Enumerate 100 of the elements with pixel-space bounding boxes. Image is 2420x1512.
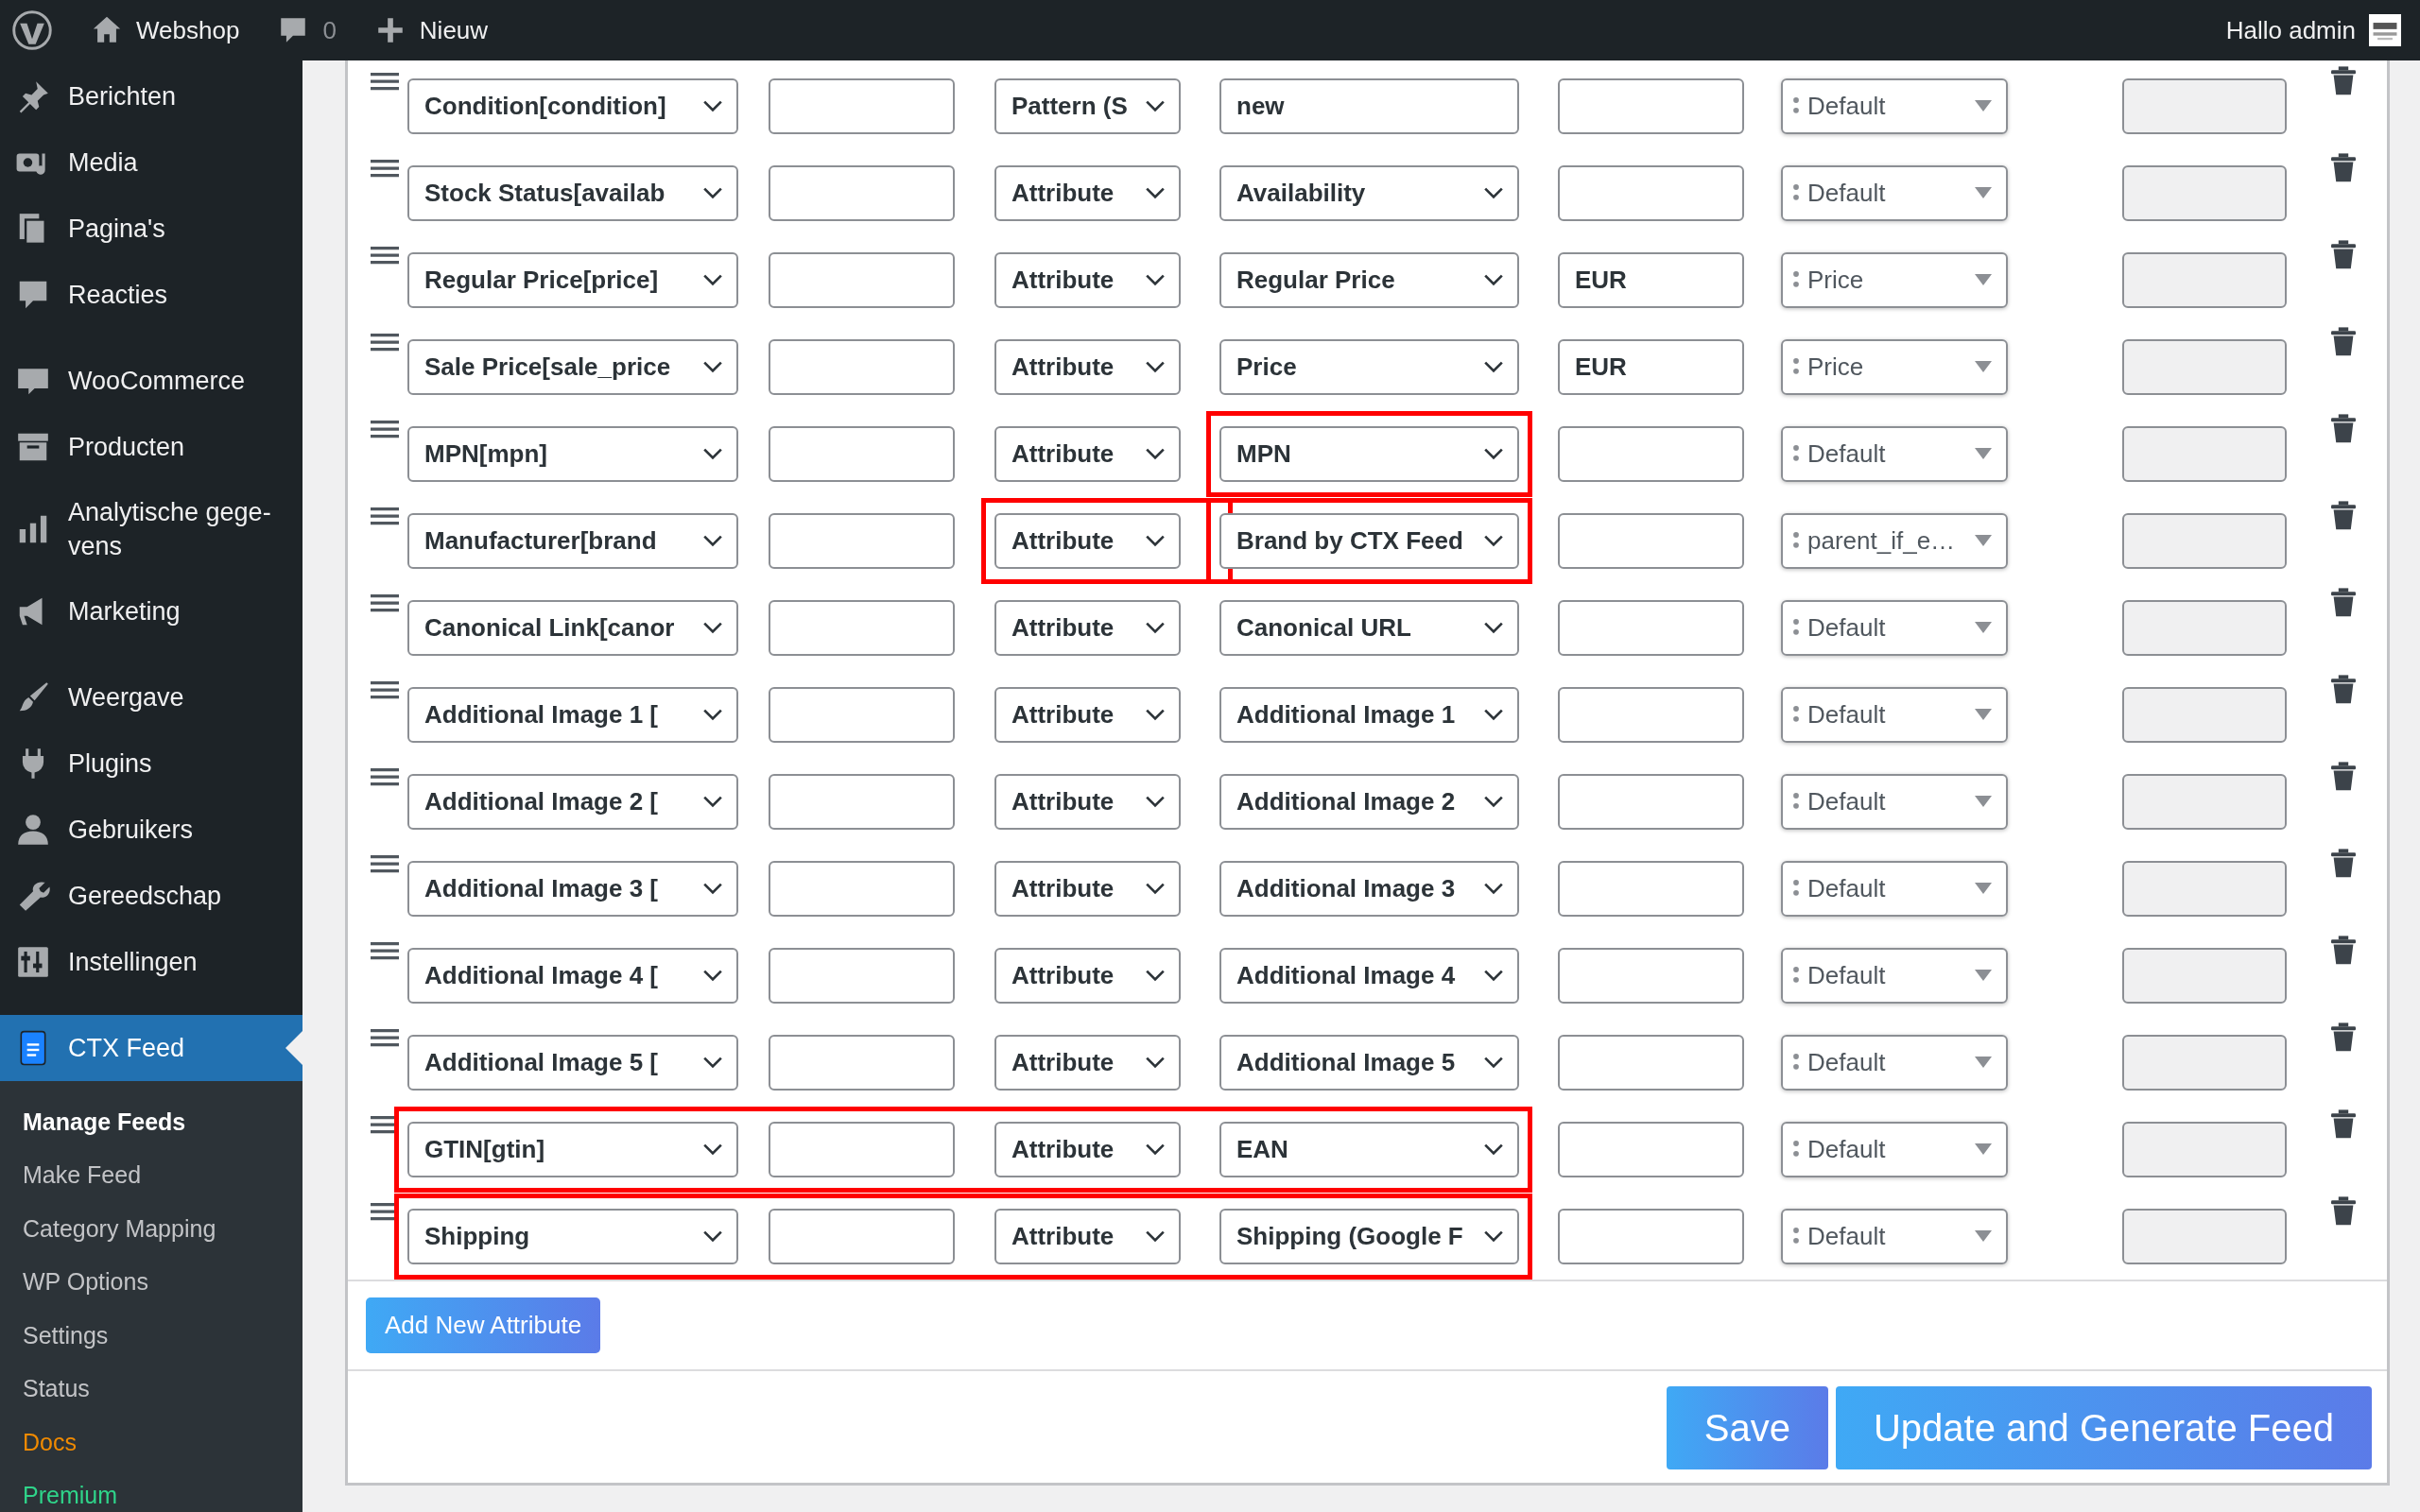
- value-select[interactable]: Additional Image 2: [1219, 773, 1519, 830]
- type-select[interactable]: Attribute: [994, 860, 1181, 917]
- site-link[interactable]: Webshop: [91, 14, 240, 46]
- type-select[interactable]: Attribute: [994, 599, 1181, 656]
- prefix-field[interactable]: [1558, 686, 1744, 743]
- submenu-item[interactable]: WP Options: [0, 1255, 302, 1309]
- output-select[interactable]: Default: [1781, 1208, 2008, 1264]
- trash-icon[interactable]: [2331, 501, 2356, 531]
- field-select[interactable]: Sale Price[sale_price: [407, 338, 738, 395]
- menu-item[interactable]: CTX Feed: [0, 1015, 302, 1081]
- prefix-field[interactable]: [1558, 425, 1744, 482]
- menu-item[interactable]: WooCommerce: [0, 348, 302, 414]
- type-select[interactable]: Attribute: [994, 251, 1181, 308]
- input-field[interactable]: [769, 1121, 955, 1177]
- input-field[interactable]: [769, 164, 955, 221]
- trash-icon[interactable]: [2331, 240, 2356, 270]
- prefix-field[interactable]: [1558, 1121, 1744, 1177]
- value-select[interactable]: Shipping (Google F: [1219, 1208, 1519, 1264]
- field-select[interactable]: Additional Image 5 [: [407, 1034, 738, 1091]
- submenu-item[interactable]: Category Mapping: [0, 1202, 302, 1256]
- trash-icon[interactable]: [2331, 588, 2356, 618]
- field-select[interactable]: Additional Image 1 [: [407, 686, 738, 743]
- field-select[interactable]: Canonical Link[canor: [407, 599, 738, 656]
- menu-item[interactable]: Analytische gege-vens: [0, 480, 302, 578]
- input-field[interactable]: [769, 512, 955, 569]
- prefix-field[interactable]: [1558, 77, 1744, 134]
- type-select[interactable]: Attribute: [994, 1034, 1181, 1091]
- value-select[interactable]: EAN: [1219, 1121, 1519, 1177]
- input-field[interactable]: [769, 251, 955, 308]
- output-select[interactable]: Default: [1781, 599, 2008, 656]
- prefix-field[interactable]: [1558, 599, 1744, 656]
- output-select[interactable]: Price: [1781, 251, 2008, 308]
- menu-item[interactable]: Instellingen: [0, 929, 302, 995]
- output-select[interactable]: Default: [1781, 425, 2008, 482]
- value-select[interactable]: Regular Price: [1219, 251, 1519, 308]
- field-select[interactable]: Shipping: [407, 1208, 738, 1264]
- type-select[interactable]: Pattern (S: [994, 77, 1181, 134]
- submenu-item[interactable]: Settings: [0, 1309, 302, 1363]
- input-field[interactable]: [769, 338, 955, 395]
- type-select[interactable]: Attribute: [994, 425, 1181, 482]
- menu-item[interactable]: Gereedschap: [0, 863, 302, 929]
- field-select[interactable]: Condition[condition]: [407, 77, 738, 134]
- value-select[interactable]: Additional Image 5: [1219, 1034, 1519, 1091]
- new-link[interactable]: Nieuw: [373, 14, 489, 46]
- prefix-field[interactable]: [1558, 860, 1744, 917]
- trash-icon[interactable]: [2331, 414, 2356, 444]
- field-select[interactable]: Manufacturer[brand: [407, 512, 738, 569]
- type-select[interactable]: Attribute: [994, 338, 1181, 395]
- type-select[interactable]: Attribute: [994, 512, 1181, 569]
- value-select[interactable]: Additional Image 4: [1219, 947, 1519, 1004]
- value-select[interactable]: Additional Image 3: [1219, 860, 1519, 917]
- output-select[interactable]: Default: [1781, 1121, 2008, 1177]
- menu-item[interactable]: Plugins: [0, 730, 302, 797]
- type-select[interactable]: Attribute: [994, 1121, 1181, 1177]
- value-select[interactable]: Canonical URL: [1219, 599, 1519, 656]
- trash-icon[interactable]: [2331, 675, 2356, 705]
- field-select[interactable]: MPN[mpn]: [407, 425, 738, 482]
- field-select[interactable]: GTIN[gtin]: [407, 1121, 738, 1177]
- trash-icon[interactable]: [2331, 1022, 2356, 1053]
- type-select[interactable]: Attribute: [994, 164, 1181, 221]
- greeting-text[interactable]: Hallo admin: [2225, 15, 2356, 45]
- input-field[interactable]: [769, 1208, 955, 1264]
- output-select[interactable]: Default: [1781, 1034, 2008, 1091]
- input-field[interactable]: [769, 599, 955, 656]
- output-select[interactable]: Default: [1781, 686, 2008, 743]
- submenu-item[interactable]: Docs: [0, 1416, 302, 1469]
- trash-icon[interactable]: [2331, 849, 2356, 879]
- menu-item[interactable]: Reacties: [0, 262, 302, 328]
- field-select[interactable]: Regular Price[price]: [407, 251, 738, 308]
- input-field[interactable]: [769, 425, 955, 482]
- value-field[interactable]: new: [1219, 77, 1519, 134]
- input-field[interactable]: [769, 1034, 955, 1091]
- output-select[interactable]: parent_if_e…: [1781, 512, 2008, 569]
- value-select[interactable]: MPN: [1219, 425, 1519, 482]
- wordpress-logo-icon[interactable]: [11, 9, 53, 51]
- type-select[interactable]: Attribute: [994, 686, 1181, 743]
- field-select[interactable]: Additional Image 3 [: [407, 860, 738, 917]
- trash-icon[interactable]: [2331, 762, 2356, 792]
- prefix-field[interactable]: EUR: [1558, 251, 1744, 308]
- trash-icon[interactable]: [2331, 1109, 2356, 1140]
- trash-icon[interactable]: [2331, 1196, 2356, 1227]
- type-select[interactable]: Attribute: [994, 1208, 1181, 1264]
- value-select[interactable]: Availability: [1219, 164, 1519, 221]
- prefix-field[interactable]: [1558, 1034, 1744, 1091]
- trash-icon[interactable]: [2331, 153, 2356, 183]
- submenu-item[interactable]: Manage Feeds: [0, 1095, 302, 1149]
- prefix-field[interactable]: [1558, 1208, 1744, 1264]
- menu-item[interactable]: Gebruikers: [0, 797, 302, 863]
- trash-icon[interactable]: [2331, 936, 2356, 966]
- input-field[interactable]: [769, 947, 955, 1004]
- value-select[interactable]: Brand by CTX Feed: [1219, 512, 1519, 569]
- output-select[interactable]: Default: [1781, 860, 2008, 917]
- type-select[interactable]: Attribute: [994, 773, 1181, 830]
- menu-item[interactable]: Berichten: [0, 63, 302, 129]
- output-select[interactable]: Default: [1781, 947, 2008, 1004]
- menu-item[interactable]: Marketing: [0, 578, 302, 644]
- field-select[interactable]: Stock Status[availab: [407, 164, 738, 221]
- prefix-field[interactable]: [1558, 512, 1744, 569]
- prefix-field[interactable]: [1558, 773, 1744, 830]
- input-field[interactable]: [769, 77, 955, 134]
